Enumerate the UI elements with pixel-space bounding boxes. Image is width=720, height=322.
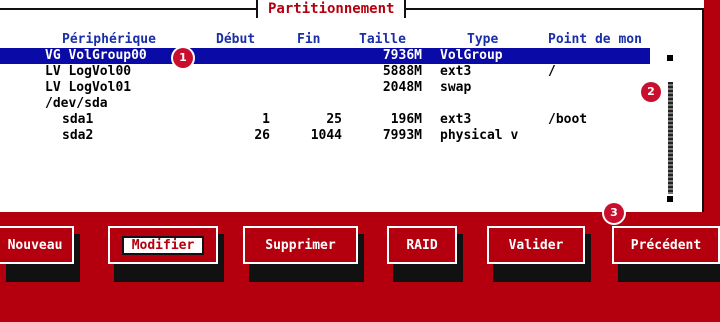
table-header: Périphérique Début Fin Taille Type Point… [0,32,704,48]
delete-button-label: Supprimer [265,237,336,253]
scrollbar[interactable] [668,82,673,194]
ok-button-label: Valider [508,237,564,253]
table-row[interactable]: VG VolGroup00 7936M VolGroup [0,48,650,64]
raid-button[interactable]: RAID [387,226,457,264]
ok-button[interactable]: Valider [487,226,585,264]
header-device[interactable]: Périphérique [62,32,156,48]
cell-end: 25 [326,112,342,127]
header-type[interactable]: Type [467,32,498,48]
header-size[interactable]: Taille [359,32,406,48]
cell-device: /dev/sda [45,96,108,111]
table-row[interactable]: LV LogVol01 2048M swap [0,80,660,96]
table-row[interactable]: sda1 1 25 196M ext3 /boot [0,112,660,128]
header-start[interactable]: Début [216,32,255,48]
cell-size: 7936M [382,48,422,63]
cell-device: LV LogVol00 [45,64,132,79]
raid-button-label: RAID [406,237,438,253]
scrollbar-top-cap[interactable] [667,55,673,61]
header-end[interactable]: Fin [297,32,320,48]
cell-end: 1044 [310,128,342,143]
cell-type: physical v [440,128,519,143]
dialog-title: Partitionnement [256,0,407,18]
table-row[interactable]: LV LogVol00 5888M ext3 / [0,64,660,80]
back-button-label: Précédent [630,237,702,253]
table-row[interactable]: sda2 26 1044 7993M physical v [0,128,660,144]
cell-device: sda2 [62,128,94,143]
cell-type: VolGroup [440,48,503,63]
edit-button-label: Modifier [121,235,205,255]
cell-device: sda1 [62,112,94,127]
table-row[interactable]: /dev/sda [0,96,660,112]
cell-size: 5888M [382,64,422,79]
partition-table: VG VolGroup00 7936M VolGroup LV LogVol00… [0,48,660,144]
annotation-badge-2: 2 [641,82,661,102]
back-button[interactable]: Précédent [612,226,720,264]
cell-size: 2048M [382,80,422,95]
delete-button[interactable]: Supprimer [243,226,358,264]
annotation-badge-3: 3 [604,203,624,223]
cell-start: 26 [254,128,270,143]
cell-mount: / [548,64,556,79]
header-mount[interactable]: Point de mon [548,32,642,48]
cell-start: 1 [262,112,270,127]
cell-mount: /boot [548,112,588,127]
new-button-label: Nouveau [7,237,63,253]
scrollbar-bottom-cap[interactable] [667,196,673,202]
cell-device: LV LogVol01 [45,80,132,95]
annotation-badge-1: 1 [173,48,193,68]
cell-size: 196M [390,112,422,127]
new-button[interactable]: Nouveau [0,226,74,264]
cell-type: ext3 [440,112,472,127]
cell-size: 7993M [382,128,422,143]
cell-type: swap [440,80,472,95]
edit-button[interactable]: Modifier [108,226,218,264]
cell-type: ext3 [440,64,472,79]
cell-device: VG VolGroup00 [45,48,147,63]
